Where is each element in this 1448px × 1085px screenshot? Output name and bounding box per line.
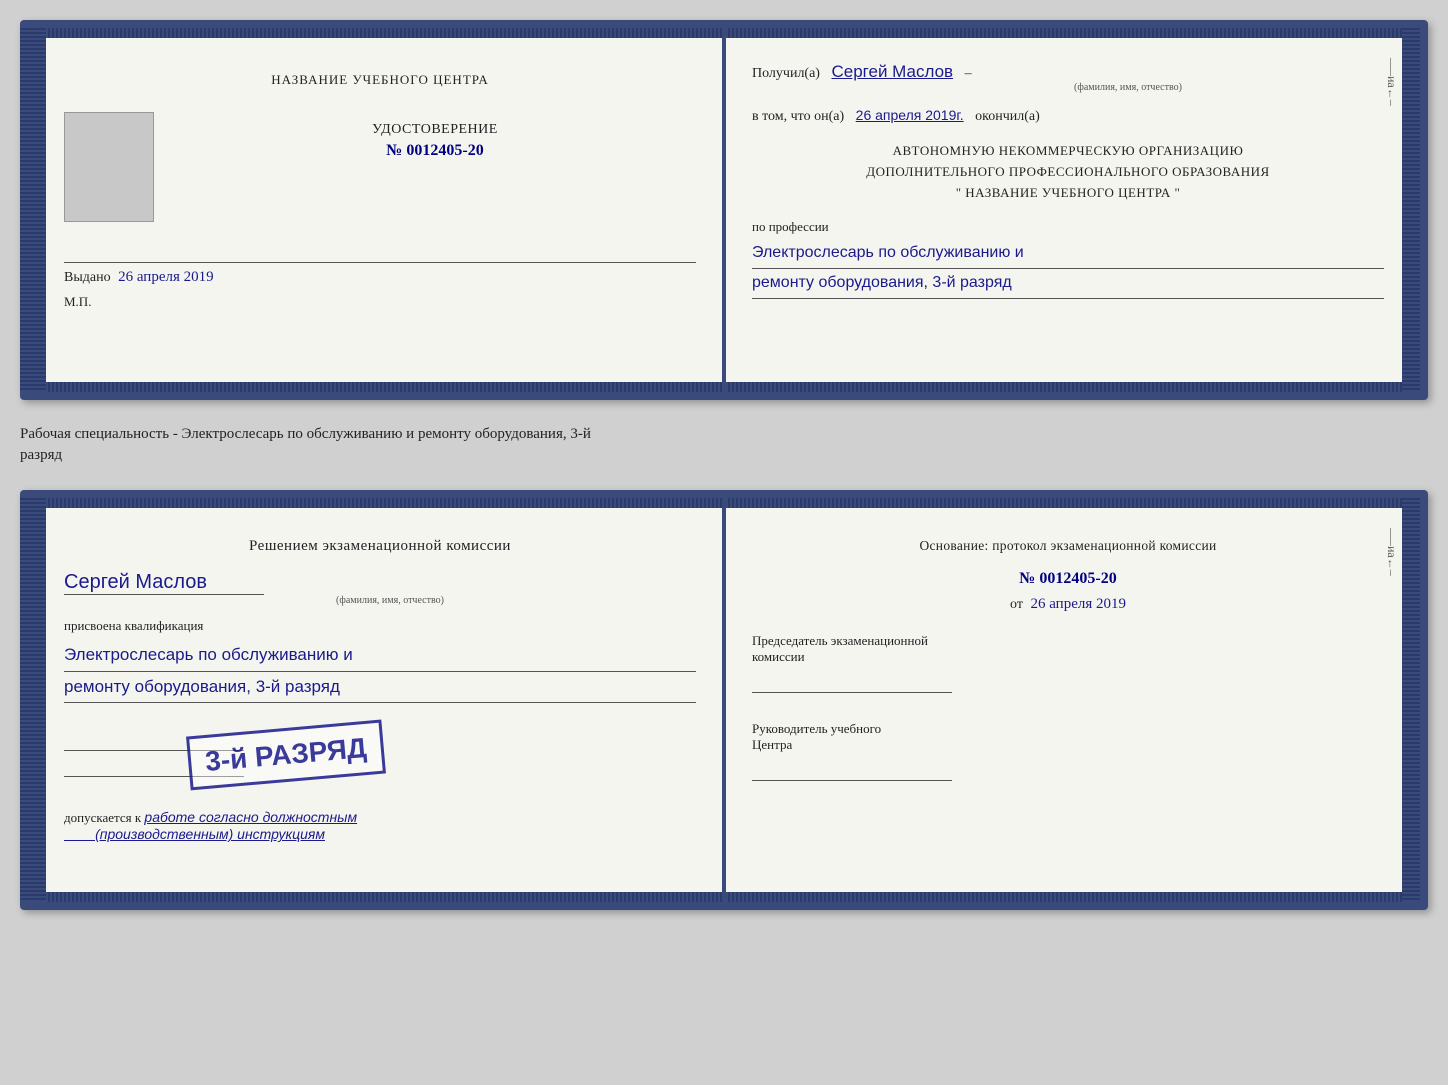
cert2-heading: Решением экзаменационной комиссии <box>64 538 696 555</box>
cert1-issued-label: Выдано <box>64 270 111 285</box>
cert1-date-prefix: в том, что он(а) <box>752 109 844 124</box>
cert1-id-number: № 0012405-20 <box>174 142 696 160</box>
cert1-org-line1: АВТОНОМНУЮ НЕКОММЕРЧЕСКУЮ ОРГАНИЗАЦИЮ <box>752 141 1384 162</box>
cert2-right-decoration: –––иа←– <box>1380 528 1402 576</box>
cert2-director-text: Руководитель учебногоЦентра <box>752 721 881 752</box>
cert2-doc-number: № 0012405-20 <box>752 570 1384 588</box>
page-wrapper: НАЗВАНИЕ УЧЕБНОГО ЦЕНТРА УДОСТОВЕРЕНИЕ №… <box>20 20 1428 910</box>
cert2-date-prefix: от <box>1010 597 1023 612</box>
cert1-profession-label: по профессии <box>752 219 1384 235</box>
cert1-profession-line1: Электрослесарь по обслуживанию и <box>752 239 1384 269</box>
specialty-text-content: Рабочая специальность - Электрослесарь п… <box>20 426 591 463</box>
cert2-stamp: 3-й РАЗРЯД <box>186 720 386 791</box>
certificate-book-2: Решением экзаменационной комиссии Сергей… <box>20 490 1428 910</box>
cert1-issued-date: 26 апреля 2019 <box>118 269 214 285</box>
cert2-allowed-block: допускается к работе согласно должностны… <box>64 809 696 843</box>
cert2-director-label: Руководитель учебногоЦентра <box>752 721 1384 753</box>
cert1-photo-block: УДОСТОВЕРЕНИЕ № 0012405-20 <box>64 112 696 222</box>
cert1-date-line: в том, что он(а) 26 апреля 2019г. окончи… <box>752 107 1384 125</box>
cert2-doc-date: от 26 апреля 2019 <box>752 596 1384 613</box>
cert1-right-page: Получил(а) Сергей Маслов – (фамилия, имя… <box>724 28 1420 392</box>
right-spine-strip-1 <box>1402 28 1420 392</box>
cert1-date-value: 26 апреля 2019г. <box>856 107 964 123</box>
cert2-assigned-label: присвоена квалификация <box>64 618 696 634</box>
cert1-org-block: АВТОНОМНУЮ НЕКОММЕРЧЕСКУЮ ОРГАНИЗАЦИЮ ДО… <box>752 141 1384 203</box>
cert2-qual-line1: Электрослесарь по обслуживанию и <box>64 640 696 672</box>
cert1-received-line: Получил(а) Сергей Маслов – (фамилия, имя… <box>752 62 1384 93</box>
specialty-text: Рабочая специальность - Электрослесарь п… <box>20 418 1428 472</box>
cert1-id-value: 0012405-20 <box>406 142 483 159</box>
right-spine-strip-2 <box>1402 498 1420 902</box>
cert1-org-line3: " НАЗВАНИЕ УЧЕБНОГО ЦЕНТРА " <box>752 183 1384 204</box>
cert2-chairman-sig <box>752 673 952 693</box>
cert1-photo <box>64 112 154 222</box>
cert1-mp: М.П. <box>64 294 696 310</box>
cert1-received-prefix: Получил(а) <box>752 66 820 81</box>
cert1-id-prefix: № <box>386 142 402 159</box>
cert1-right-content: Получил(а) Сергей Маслов – (фамилия, имя… <box>752 52 1384 299</box>
cert2-director-sig <box>752 761 952 781</box>
cert2-basis-heading: Основание: протокол экзаменационной коми… <box>752 538 1384 554</box>
cert2-chairman-text: Председатель экзаменационнойкомиссии <box>752 633 928 664</box>
cert1-left-page: НАЗВАНИЕ УЧЕБНОГО ЦЕНТРА УДОСТОВЕРЕНИЕ №… <box>28 28 724 392</box>
left-spine-strip-2 <box>28 498 46 902</box>
cert2-date-value: 26 апреля 2019 <box>1030 596 1126 612</box>
cert1-training-center-title: НАЗВАНИЕ УЧЕБНОГО ЦЕНТРА <box>64 72 696 88</box>
cert1-recipient-name: Сергей Маслов <box>831 62 953 81</box>
cert2-chairman-label: Председатель экзаменационнойкомиссии <box>752 633 1384 665</box>
cert1-org-line2: ДОПОЛНИТЕЛЬНОГО ПРОФЕССИОНАЛЬНОГО ОБРАЗО… <box>752 162 1384 183</box>
left-spine-strip <box>28 28 46 392</box>
cert2-name-hint: (фамилия, имя, отчество) <box>84 595 696 606</box>
cert1-id-block: УДОСТОВЕРЕНИЕ № 0012405-20 <box>174 122 696 160</box>
cert2-doc-number-value: 0012405-20 <box>1039 570 1116 587</box>
cert1-right-decoration: –––иа←– <box>1380 58 1402 106</box>
cert2-doc-prefix: № <box>1019 570 1035 587</box>
cert2-left-page: Решением экзаменационной комиссии Сергей… <box>28 498 724 902</box>
cert1-name-hint: (фамилия, имя, отчество) <box>872 82 1384 93</box>
cert2-right-page: Основание: протокол экзаменационной коми… <box>724 498 1420 902</box>
cert1-id-label: УДОСТОВЕРЕНИЕ <box>174 122 696 138</box>
cert2-qual-line2: ремонту оборудования, 3-й разряд <box>64 672 696 704</box>
cert2-name-block: Сергей Маслов (фамилия, имя, отчество) <box>64 571 696 606</box>
cert1-profession-line2: ремонту оборудования, 3-й разряд <box>752 269 1384 299</box>
certificate-book-1: НАЗВАНИЕ УЧЕБНОГО ЦЕНТРА УДОСТОВЕРЕНИЕ №… <box>20 20 1428 400</box>
cert2-recipient-name: Сергей Маслов <box>64 571 264 595</box>
cert2-allowed-prefix: допускается к <box>64 810 141 825</box>
cert1-date-suffix: окончил(а) <box>975 109 1040 124</box>
cert2-stamp-text: 3-й РАЗРЯД <box>204 732 368 777</box>
cert1-issued-line: Выдано 26 апреля 2019 <box>64 262 696 286</box>
